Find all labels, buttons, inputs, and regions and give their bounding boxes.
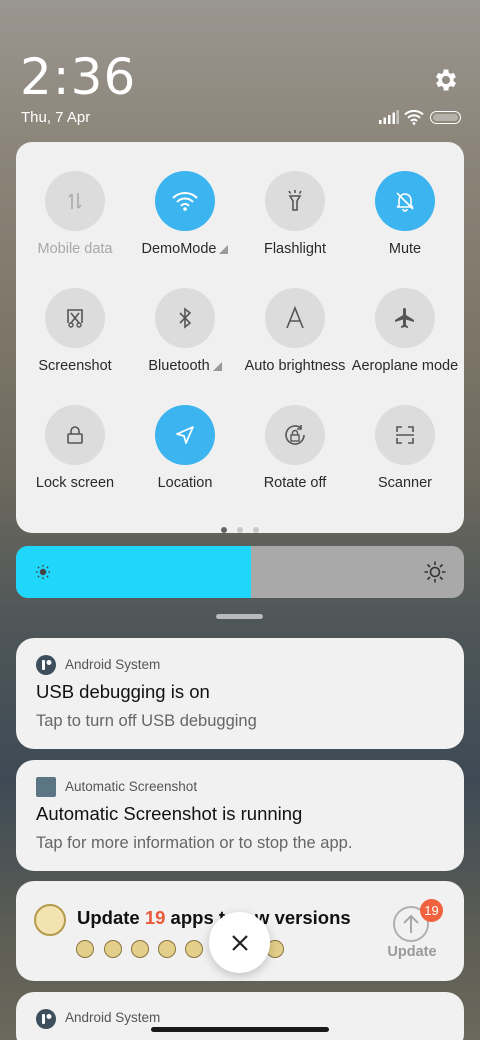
tile-label: Rotate off: [263, 475, 327, 491]
tile-label: Screenshot: [38, 358, 112, 374]
update-button-label[interactable]: Update: [382, 944, 442, 960]
tile-label: Aeroplane mode: [351, 358, 459, 374]
tile-auto-brightness[interactable]: Auto brightness: [240, 288, 350, 398]
app-icon: [158, 940, 176, 958]
signal-icon: [379, 110, 399, 124]
settings-icon[interactable]: [432, 66, 460, 94]
quick-settings-panel: Mobile data DemoMode Flashlight Mute Scr…: [16, 142, 464, 533]
page-dot[interactable]: [221, 527, 227, 533]
tile-label: Lock screen: [35, 475, 115, 491]
status-bar: 2:36 Thu, 7 Apr: [0, 0, 480, 135]
drag-handle[interactable]: [216, 614, 263, 619]
clear-all-button[interactable]: [209, 912, 270, 973]
tile-screenshot[interactable]: Screenshot: [20, 288, 130, 398]
tile-label: Mobile data: [37, 241, 113, 257]
tile-demomode[interactable]: DemoMode: [130, 171, 240, 281]
flashlight-icon: [265, 171, 325, 231]
auto-brightness-icon: [265, 288, 325, 348]
tile-scanner[interactable]: Scanner: [350, 405, 460, 515]
app-icon: [185, 940, 203, 958]
android-system-icon: [36, 1009, 56, 1029]
dropdown-arrow-icon[interactable]: [212, 362, 222, 371]
date: Thu, 7 Apr: [21, 109, 91, 126]
notification-title: Automatic Screenshot is running: [36, 803, 303, 824]
lock-icon: [45, 405, 105, 465]
page-dot[interactable]: [237, 527, 243, 533]
page-indicator: [16, 520, 464, 538]
tile-bluetooth[interactable]: Bluetooth: [130, 288, 240, 398]
app-icon: [76, 940, 94, 958]
brightness-low-icon: [36, 565, 50, 579]
automatic-screenshot-app-icon: [36, 777, 56, 797]
airplane-icon: [375, 288, 435, 348]
app-icon: [104, 940, 122, 958]
notification-text: Tap for more information or to stop the …: [36, 834, 353, 852]
mobile-data-icon: [45, 171, 105, 231]
notification-android-system[interactable]: Android System: [16, 992, 464, 1040]
tile-label: DemoMode: [141, 241, 217, 257]
battery-icon: [430, 111, 461, 124]
clock: 2:36: [20, 48, 137, 106]
notification-app-name: Automatic Screenshot: [65, 779, 198, 794]
notification-usb-debugging[interactable]: Android System USB debugging is on Tap t…: [16, 638, 464, 749]
notification-text: Tap to turn off USB debugging: [36, 712, 257, 730]
notification-app-name: Android System: [65, 1010, 161, 1025]
title-tail: w versions: [255, 907, 351, 928]
mute-bell-icon: [375, 171, 435, 231]
tile-label: Scanner: [377, 475, 432, 491]
tile-lock-screen[interactable]: Lock screen: [20, 405, 130, 515]
tile-aeroplane-mode[interactable]: Aeroplane mode: [350, 288, 460, 398]
dropdown-arrow-icon[interactable]: [219, 245, 229, 254]
tile-mobile-data[interactable]: Mobile data: [20, 171, 130, 281]
app-icon: [131, 940, 149, 958]
wifi-status-icon: [404, 109, 424, 125]
wifi-icon: [155, 171, 215, 231]
tile-label: Auto brightness: [244, 358, 346, 374]
tile-label: Mute: [388, 241, 422, 257]
close-icon: [231, 934, 248, 951]
rotate-lock-icon: [265, 405, 325, 465]
app-store-icon: [34, 904, 66, 936]
tile-rotate-off[interactable]: Rotate off: [240, 405, 350, 515]
android-system-icon: [36, 655, 56, 675]
tile-label: Bluetooth: [148, 358, 210, 374]
brightness-high-icon: [424, 561, 446, 583]
tile-mute[interactable]: Mute: [350, 171, 460, 281]
brightness-slider[interactable]: [16, 546, 464, 598]
update-badge: 19: [420, 899, 443, 922]
bluetooth-icon: [155, 288, 215, 348]
tile-flashlight[interactable]: Flashlight: [240, 171, 350, 281]
notification-app-name: Android System: [65, 657, 161, 672]
gesture-nav-bar[interactable]: [151, 1027, 329, 1032]
tile-label: Flashlight: [263, 241, 327, 257]
screenshot-icon: [45, 288, 105, 348]
update-count: 19: [144, 907, 166, 928]
location-icon: [155, 405, 215, 465]
tile-location[interactable]: Location: [130, 405, 240, 515]
title-prefix: Update: [77, 907, 145, 928]
tile-label: Location: [157, 475, 213, 491]
scanner-icon: [375, 405, 435, 465]
page-dot[interactable]: [253, 527, 259, 533]
notification-title: USB debugging is on: [36, 681, 210, 702]
notification-automatic-screenshot[interactable]: Automatic Screenshot Automatic Screensho…: [16, 760, 464, 871]
